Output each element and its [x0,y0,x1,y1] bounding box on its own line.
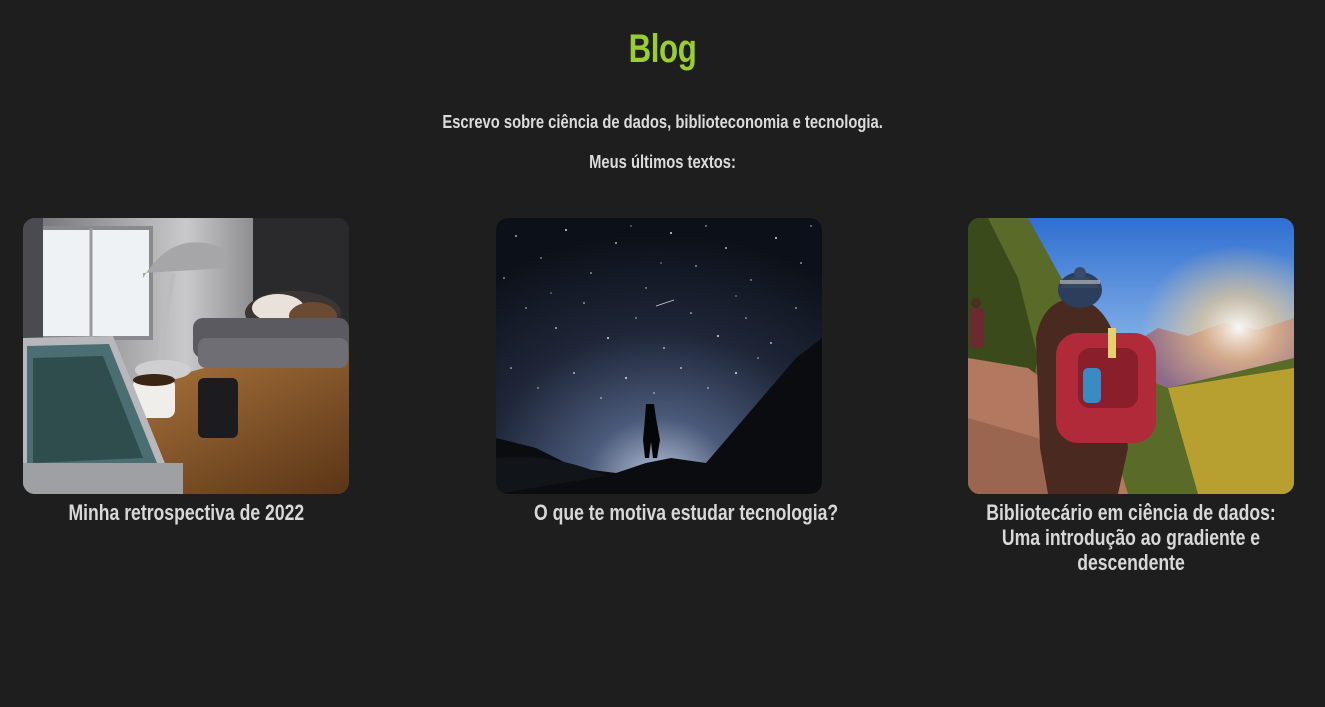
post-title-text: Minha retrospectiva de 2022 [68,500,304,525]
post-card[interactable]: Minha retrospectiva de 2022 [23,218,349,525]
post-thumbnail-starry-night[interactable] [496,218,822,494]
latest-posts-label: Meus últimos textos: [589,152,736,172]
post-title-link[interactable]: Minha retrospectiva de 2022 [23,500,349,525]
intro-line-description: Escrevo sobre ciência de dados, bibliote… [442,112,883,132]
page-title: Blog [628,26,697,71]
post-title-link[interactable]: O que te motiva estudar tecnologia? [496,500,838,525]
latest-posts-heading: Meus últimos textos: [0,151,1325,173]
post-title-link[interactable]: Bibliotecário em ciência de dados: Uma i… [968,500,1294,575]
post-thumbnail-desk-laptop-cat[interactable] [23,218,349,494]
intro-text: Escrevo sobre ciência de dados, bibliote… [0,111,1325,133]
post-thumbnail-hikers-sunset[interactable] [968,218,1294,494]
post-title-text: Bibliotecário em ciência de dados: Uma i… [986,500,1276,575]
post-card[interactable]: O que te motiva estudar tecnologia? [496,218,838,525]
post-title-text: O que te motiva estudar tecnologia? [534,500,839,525]
post-card[interactable]: Bibliotecário em ciência de dados: Uma i… [968,218,1294,575]
